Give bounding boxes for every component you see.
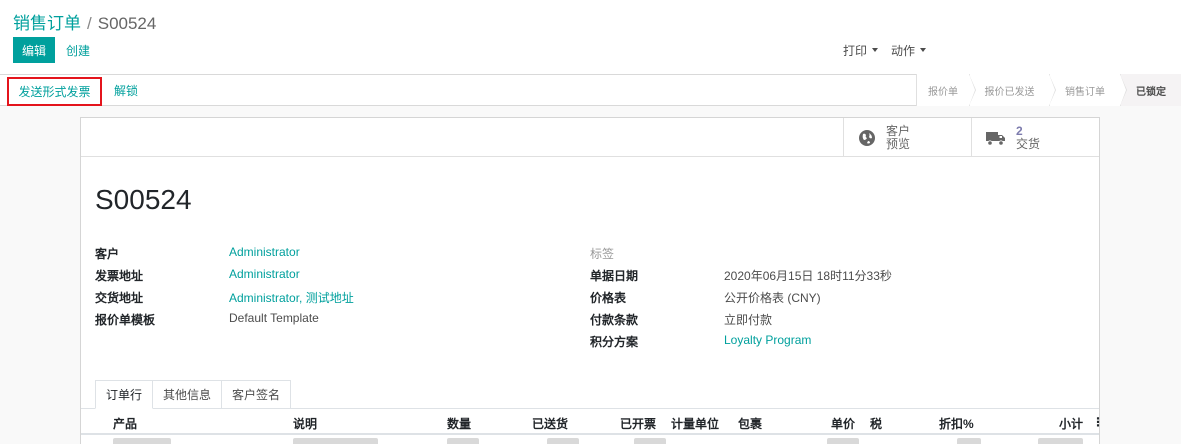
customer-preview-line2: 预览 — [886, 136, 911, 151]
column-delivered[interactable]: 已送货 — [532, 415, 568, 432]
breadcrumb-current: S00524 — [97, 14, 157, 33]
row-placeholder-unit-price — [827, 438, 859, 444]
column-discount[interactable]: 折扣% — [939, 415, 974, 432]
row-placeholder-subtotal — [1038, 438, 1083, 444]
action-label: 动作 — [891, 43, 916, 58]
column-tax[interactable]: 税 — [870, 415, 882, 432]
breadcrumb: 销售订单 / S00524 — [13, 9, 156, 34]
delivery-text: 2 交货 — [1016, 123, 1041, 151]
stage-label: 已锁定 — [1136, 86, 1166, 98]
pricelist-label: 价格表 — [590, 291, 627, 305]
customer-label: 客户 — [95, 247, 120, 261]
record-title: S00524 — [95, 184, 192, 215]
statusbar: 发送形式发票 解锁 报价单 报价已发送 销售订单 已锁定 — [0, 74, 1181, 106]
delivery-address-label: 交货地址 — [95, 291, 144, 305]
payment-terms-label: 付款条款 — [590, 313, 639, 327]
column-quantity[interactable]: 数量 — [447, 415, 471, 432]
invoice-address-label: 发票地址 — [95, 269, 144, 283]
column-options-icon[interactable]: ⋮ — [1092, 415, 1104, 429]
action-dropdown[interactable]: 动作 — [891, 37, 927, 63]
truck-icon — [986, 131, 1005, 146]
caret-down-icon — [872, 48, 879, 52]
table-row[interactable] — [81, 436, 1099, 444]
quotation-template-value: Default Template — [229, 311, 319, 325]
column-product[interactable]: 产品 — [113, 415, 137, 432]
breadcrumb-sales-orders[interactable]: 销售订单 — [13, 14, 81, 33]
create-button[interactable]: 创建 — [66, 37, 90, 63]
globe-icon — [859, 129, 875, 146]
print-dropdown[interactable]: 打印 — [843, 37, 879, 63]
edit-button[interactable]: 编辑 — [13, 37, 55, 63]
notebook-tabs: 订单行 其他信息 客户签名 — [95, 380, 292, 409]
tab-customer-signature[interactable]: 客户签名 — [221, 380, 292, 409]
column-package[interactable]: 包裹 — [738, 415, 762, 432]
stage-label: 报价单 — [928, 86, 958, 98]
delivery-label: 交货 — [1016, 136, 1041, 151]
row-placeholder-quantity — [447, 438, 479, 444]
customer-preview-line1: 客户 — [886, 123, 911, 138]
form-sheet: 客户 预览 2 交货 S00524 客户 Administrator 发票地址 … — [80, 117, 1104, 444]
stage-quotation-sent[interactable]: 报价已发送 — [969, 74, 1056, 106]
stage-locked: 已锁定 — [1120, 74, 1181, 106]
stage-label: 销售订单 — [1065, 86, 1105, 98]
loyalty-program-label: 积分方案 — [590, 335, 639, 349]
column-description[interactable]: 说明 — [293, 415, 317, 432]
row-placeholder-invoiced — [634, 438, 666, 444]
unlock-button[interactable]: 解锁 — [114, 75, 138, 105]
column-invoiced[interactable]: 已开票 — [620, 415, 656, 432]
row-placeholder-discount — [957, 438, 981, 444]
stage-label: 报价已发送 — [984, 86, 1035, 98]
control-panel: 销售订单 / S00524 编辑 创建 打印 动作 — [0, 0, 1181, 74]
delivery-address-value[interactable]: Administrator, 测试地址 — [229, 289, 354, 306]
stage-sales-order[interactable]: 销售订单 — [1049, 74, 1127, 106]
order-lines-table-header: 产品 说明 数量 已送货 已开票 计量单位 包裹 单价 税 折扣% 小计 ⋮ — [81, 409, 1104, 435]
customer-preview-button[interactable]: 客户 预览 — [843, 118, 971, 157]
stage-arrow-inner — [1120, 74, 1126, 106]
order-date-label: 单据日期 — [590, 269, 639, 283]
quotation-template-label: 报价单模板 — [95, 313, 156, 327]
tags-label: 标签 — [590, 247, 615, 261]
column-subtotal[interactable]: 小计 — [1059, 415, 1083, 432]
delivery-count: 2 — [1016, 123, 1023, 138]
delivery-button[interactable]: 2 交货 — [971, 118, 1099, 157]
order-date-value: 2020年06月15日 18时11分33秒 — [724, 269, 892, 283]
tab-order-lines[interactable]: 订单行 — [95, 380, 154, 409]
column-unit-price[interactable]: 单价 — [831, 415, 855, 432]
pricelist-value: 公开价格表 (CNY) — [724, 291, 821, 305]
print-label: 打印 — [843, 43, 868, 58]
stage-quotation[interactable]: 报价单 — [916, 74, 976, 106]
stage-arrow-inner — [1049, 74, 1055, 106]
send-proforma-invoice-button[interactable]: 发送形式发票 — [7, 77, 102, 106]
row-placeholder-description — [293, 438, 378, 444]
row-placeholder-product — [113, 438, 171, 444]
loyalty-program-value[interactable]: Loyalty Program — [724, 333, 811, 347]
status-stages: 报价单 报价已发送 销售订单 已锁定 — [916, 74, 1181, 106]
row-placeholder-delivered — [547, 438, 579, 444]
stage-arrow-inner — [969, 74, 975, 106]
caret-down-icon — [920, 48, 927, 52]
smart-button-box: 客户 预览 2 交货 — [81, 118, 1099, 157]
tab-other-info[interactable]: 其他信息 — [152, 380, 223, 409]
column-uom[interactable]: 计量单位 — [671, 415, 719, 432]
invoice-address-value[interactable]: Administrator — [229, 267, 300, 281]
customer-value[interactable]: Administrator — [229, 245, 300, 259]
customer-preview-text: 客户 预览 — [886, 123, 911, 151]
payment-terms-value: 立即付款 — [724, 313, 773, 327]
breadcrumb-separator: / — [87, 14, 92, 33]
